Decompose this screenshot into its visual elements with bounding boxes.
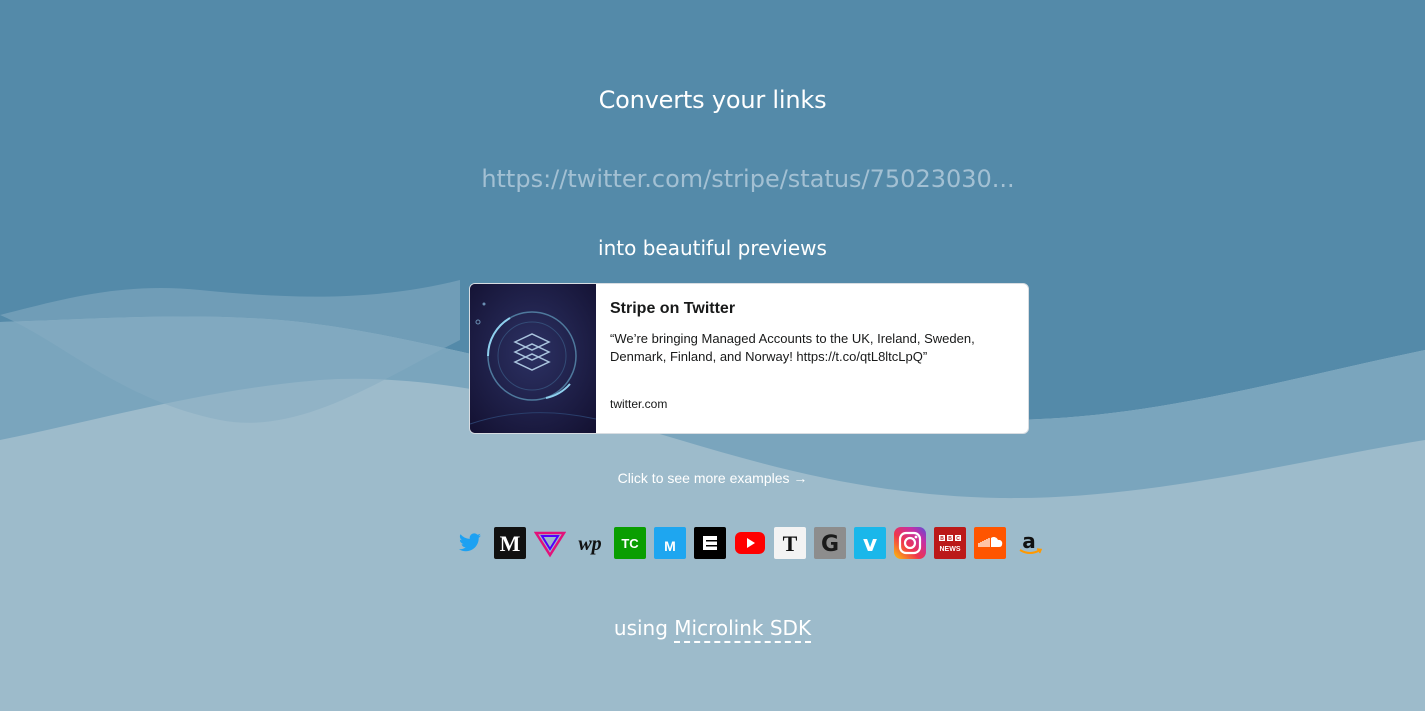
svg-text:C: C: [956, 536, 960, 542]
bbc-news-icon[interactable]: B B C NEWS: [934, 527, 966, 559]
microlink-sdk-link[interactable]: Microlink SDK: [674, 616, 812, 643]
engadget-icon[interactable]: [694, 527, 726, 559]
techcrunch-glyph: TC: [621, 536, 639, 551]
verge-icon[interactable]: [534, 527, 566, 559]
google-glyph: G: [821, 532, 839, 557]
amazon-icon[interactable]: a: [1014, 527, 1046, 559]
youtube-icon[interactable]: [734, 527, 766, 559]
medium-icon[interactable]: M: [494, 527, 526, 559]
vimeo-glyph: v: [863, 532, 878, 557]
twitter-icon[interactable]: [454, 527, 486, 559]
washington-post-glyph: wp: [578, 533, 601, 555]
washington-post-icon[interactable]: wp: [574, 527, 606, 559]
provider-logos: M wp TC M T G v B B C NEWS a: [454, 527, 1046, 559]
card-body: Stripe on Twitter “We’re bringing Manage…: [596, 284, 1028, 433]
hero-subtitle: into beautiful previews: [598, 236, 827, 260]
new-york-times-glyph: T: [783, 531, 798, 556]
footer-prefix: using: [613, 616, 668, 640]
card-image: [470, 284, 596, 433]
footer-line: using Microlink SDK: [0, 616, 1425, 643]
vimeo-icon[interactable]: v: [854, 527, 886, 559]
techcrunch-icon[interactable]: TC: [614, 527, 646, 559]
hero-title: Converts your links: [598, 86, 827, 114]
link-preview-card[interactable]: Stripe on Twitter “We’re bringing Manage…: [469, 283, 1029, 434]
meetup-icon[interactable]: M: [654, 527, 686, 559]
instagram-icon[interactable]: [894, 527, 926, 559]
card-title: Stripe on Twitter: [610, 300, 736, 317]
amazon-glyph: a: [1022, 529, 1036, 553]
new-york-times-icon[interactable]: T: [774, 527, 806, 559]
card-description: “We’re bringing Managed Accounts to the …: [610, 331, 975, 364]
soundcloud-icon[interactable]: [974, 527, 1006, 559]
medium-icon-glyph: M: [500, 531, 521, 556]
svg-text:B: B: [940, 536, 944, 542]
google-icon[interactable]: G: [814, 527, 846, 559]
url-input[interactable]: [462, 160, 1034, 198]
more-examples-link[interactable]: Click to see more examples →: [618, 470, 808, 486]
svg-text:NEWS: NEWS: [940, 546, 961, 553]
more-examples-link-row: Click to see more examples →: [0, 470, 1425, 486]
card-url: twitter.com: [610, 397, 668, 411]
svg-text:B: B: [948, 536, 952, 542]
meetup-glyph: M: [664, 538, 676, 554]
